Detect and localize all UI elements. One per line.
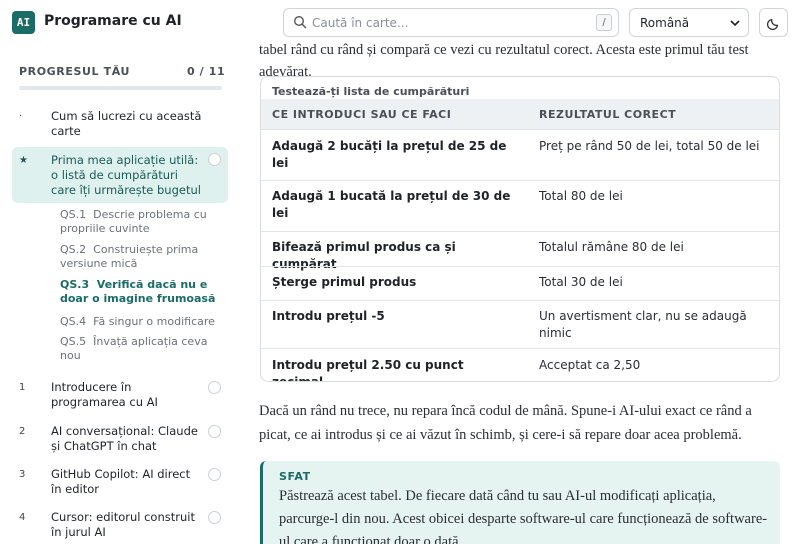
completion-circle-icon [208, 381, 221, 394]
completion-circle-icon [208, 468, 221, 481]
table-cell: Un avertisment clar, nu se adaugă nimic [539, 309, 747, 340]
subsection-qs2[interactable]: QS.2 Construiește prima versiune mică [60, 243, 220, 271]
completion-circle-icon [208, 425, 221, 438]
chapter-number: 2 [19, 426, 26, 437]
table-header: CE INTRODUCI SAU CE FACI REZULTATUL CORE… [261, 99, 779, 130]
table-cell: Introdu prețul 2.50 cu punct zecimal [272, 358, 464, 382]
table-cell: Acceptat ca 2,50 [539, 358, 641, 372]
language-select[interactable]: Română [629, 8, 749, 37]
sidebar-item-quickstart[interactable]: ★ Prima mea aplicație utilă: o listă de … [12, 147, 228, 203]
chapter-title: Introducere în programarea cu AI [51, 380, 158, 409]
sidebar-item-chapter-2[interactable]: 2 AI conversațional: Claude și ChatGPT î… [12, 424, 228, 456]
followup-paragraph: Dacă un rând nu trece, nu repara încă co… [259, 403, 752, 443]
search-input[interactable] [312, 14, 582, 32]
language-selected-value: Română [640, 16, 690, 30]
star-icon: ★ [19, 155, 28, 166]
progress-count: 0 / 11 [187, 65, 226, 78]
search-icon [293, 15, 307, 29]
subsection-qs1[interactable]: QS.1 Descrie problema cu propriile cuvin… [60, 208, 220, 236]
table-cell: Preț pe rând 50 de lei, total 50 de lei [539, 139, 760, 153]
progress-label: PROGRESUL TĂU [19, 65, 131, 78]
chapter-number: · [19, 111, 23, 122]
chevron-down-icon [730, 20, 740, 27]
chapter-title: Prima mea aplicație utilă: o listă de cu… [51, 153, 201, 197]
chapter-title: GitHub Copilot: AI direct în editor [51, 467, 191, 496]
subsection-qs4[interactable]: QS.4 Fă singur o modificare [60, 315, 220, 329]
site-title[interactable]: Programare cu AI [44, 13, 182, 29]
moon-icon [767, 18, 779, 30]
chapter-title: Cursor: editorul construit în jurul AI [51, 510, 195, 539]
completion-circle-icon [208, 153, 221, 166]
column-header-result: REZULTATUL CORECT [539, 108, 677, 121]
search-shortcut-key: / [596, 14, 612, 31]
sidebar-item-chapter-1[interactable]: 1 Introducere în programarea cu AI [12, 380, 228, 412]
table-row: Bifează primul produs ca și cumpărat Tot… [261, 231, 779, 271]
logo[interactable]: AI [12, 11, 35, 34]
sidebar: PROGRESUL TĂU 0 / 11 · Cum să lucrezi cu… [0, 46, 240, 544]
table-row: Adaugă 1 bucată la prețul de 30 de lei T… [261, 180, 779, 231]
sidebar-item-how-to-use[interactable]: · Cum să lucrezi cu această carte [12, 109, 228, 143]
tip-label: SFAT [279, 470, 311, 483]
table-cell: Șterge primul produs [272, 275, 417, 289]
search-box[interactable]: / [283, 8, 619, 37]
tip-callout: SFAT Păstrează acest tabel. De fiecare d… [260, 461, 780, 544]
sidebar-item-chapter-3[interactable]: 3 GitHub Copilot: AI direct în editor [12, 467, 228, 499]
table-row: Introdu prețul -5 Un avertisment clar, n… [261, 300, 779, 348]
progress-bar [19, 86, 222, 90]
chapter-number: 4 [19, 512, 26, 523]
table-cell: Total 80 de lei [539, 189, 623, 203]
chapter-number: 3 [19, 469, 26, 480]
table-cell: Totalul rămâne 80 de lei [539, 240, 684, 254]
table-row: Șterge primul produs Total 30 de lei [261, 266, 779, 300]
table-row: Introdu prețul 2.50 cu punct zecimal Acc… [261, 348, 779, 382]
chapter-title: AI conversațional: Claude și ChatGPT în … [51, 424, 198, 453]
table-cell: Total 30 de lei [539, 275, 623, 289]
table-row: Adaugă 2 bucăți la prețul de 25 de lei P… [261, 130, 779, 180]
table-cell: Adaugă 2 bucăți la prețul de 25 de lei [272, 139, 507, 170]
subsection-qs3[interactable]: QS.3 Verifică dacă nu e doar o imagine f… [60, 278, 220, 306]
column-header-input: CE INTRODUCI SAU CE FACI [272, 108, 452, 121]
subsection-qs5[interactable]: QS.5 Învață aplicația ceva nou [60, 335, 220, 363]
table-caption: Testează-ți lista de cumpărături [272, 85, 470, 98]
chapter-title: Cum să lucrezi cu această carte [51, 109, 202, 138]
chapter-number: 1 [19, 382, 26, 393]
sidebar-item-chapter-4[interactable]: 4 Cursor: editorul construit în jurul AI [12, 510, 228, 542]
tip-text: Păstrează acest tabel. De fiecare dată c… [279, 488, 768, 544]
test-table: Testează-ți lista de cumpărături CE INTR… [260, 76, 780, 382]
table-cell: Introdu prețul -5 [272, 309, 385, 323]
theme-toggle-button[interactable] [759, 8, 788, 37]
completion-circle-icon [208, 511, 221, 524]
main-content: tabel rând cu rând și compară ce vezi cu… [259, 42, 800, 544]
table-cell: Adaugă 1 bucată la prețul de 30 de lei [272, 189, 511, 220]
